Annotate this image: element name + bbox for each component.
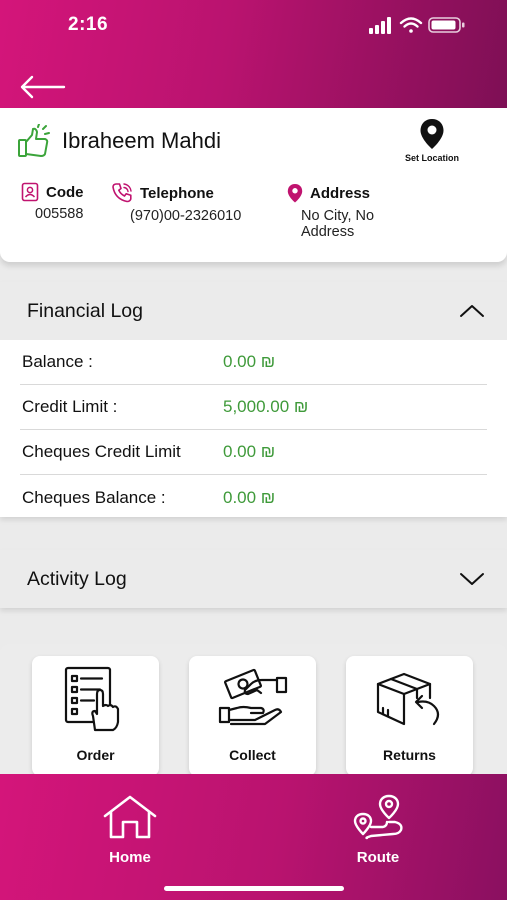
home-icon [103,795,157,839]
fin-row-value: 0.00 ₪ [223,352,276,371]
returns-label: Returns [383,747,436,763]
collect-money-icon [218,668,288,726]
collect-label: Collect [229,747,276,763]
nav-route-label: Route [356,849,400,866]
order-label: Order [76,747,115,763]
map-pin-icon [420,119,444,149]
fin-row-balance: Balance : 0.00 ₪ [20,340,487,385]
financial-log-title: Financial Log [27,299,143,322]
back-arrow-icon [20,75,66,99]
actions-panel: Order Collect Returns [0,644,507,779]
returns-button[interactable]: Returns [346,656,473,776]
order-clipboard-icon [64,666,120,732]
battery-icon [428,17,465,33]
nav-home[interactable]: Home [80,794,180,866]
back-button[interactable] [18,72,68,102]
financial-log-header[interactable]: Financial Log [0,282,507,340]
fin-row-cheques-balance: Cheques Balance : 0.00 ₪ [20,475,487,520]
chevron-down-icon [460,573,484,585]
fin-row-value: 0.00 ₪ [223,487,276,507]
collect-button[interactable]: Collect [189,656,316,776]
bottom-nav: Home Route [0,774,507,900]
id-card-icon [21,182,39,202]
address-value: No City, No Address [301,208,375,240]
code-label: Code [46,183,84,201]
fin-row-label: Credit Limit : [22,397,118,416]
route-icon [353,794,403,840]
customer-name: Ibraheem Mahdi [62,128,221,153]
phone-icon [112,183,132,203]
fin-row-value: 5,000.00 ₪ [223,397,309,416]
customer-card: Ibraheem Mahdi Set Location Code 005588 … [0,108,507,262]
fin-row-label: Balance : [22,352,93,371]
app-header: 2:16 [0,0,507,108]
set-location-label: Set Location [404,153,459,163]
order-button[interactable]: Order [32,656,159,776]
nav-home-label: Home [109,849,151,866]
activity-log-header[interactable]: Activity Log [0,550,507,608]
status-time: 2:16 [68,14,109,35]
chevron-up-icon [460,305,484,317]
address-label: Address [310,184,371,202]
telephone-label: Telephone [140,184,214,202]
wifi-icon [399,17,423,33]
signal-icon [369,17,391,34]
fin-row-label: Cheques Credit Limit [22,442,181,461]
location-pin-icon [287,184,303,203]
fin-row-value: 0.00 ₪ [223,442,276,461]
telephone-value[interactable]: (970)00-2326010 [110,208,241,224]
returns-box-icon [376,672,440,726]
financial-log-section: Financial Log Balance : 0.00 ₪ Credit Li… [0,282,507,517]
activity-log-section: Activity Log [0,550,507,608]
fin-row-credit-limit: Credit Limit : 5,000.00 ₪ [20,385,487,430]
code-value: 005588 [35,206,84,222]
set-location-button[interactable]: Set Location [388,118,476,174]
status-icons [369,15,469,35]
home-indicator [164,886,344,891]
nav-route[interactable]: Route [328,794,428,866]
fin-row-label: Cheques Balance : [22,487,166,507]
activity-log-title: Activity Log [27,567,127,590]
fin-row-cheques-credit-limit: Cheques Credit Limit 0.00 ₪ [20,430,487,475]
financial-log-body: Balance : 0.00 ₪ Credit Limit : 5,000.00… [0,340,507,520]
telephone-field: Telephone (970)00-2326010 [110,182,241,224]
code-field: Code 005588 [20,182,84,222]
thumbs-up-icon [16,123,52,160]
address-field: Address No City, No Address [286,182,396,240]
